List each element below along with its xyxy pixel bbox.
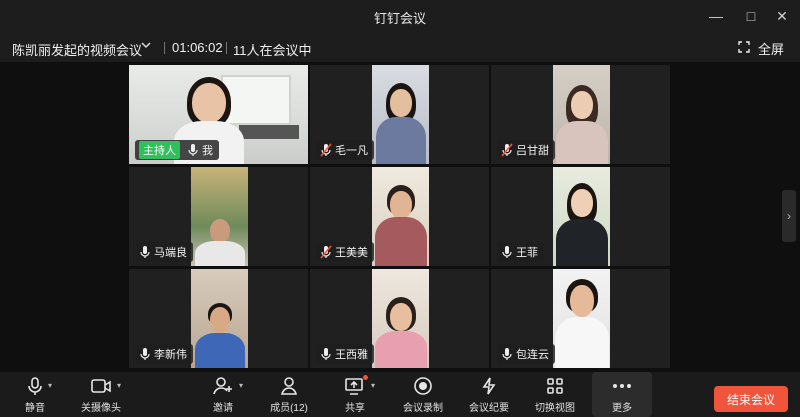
participant-label: 王西雅 [316, 344, 374, 364]
video-feed [372, 269, 429, 368]
window-title: 钉钉会议 [373, 11, 426, 26]
add-person-icon: ▾ [212, 375, 243, 397]
mic-muted-icon [501, 143, 513, 157]
participant-name: 马端良 [154, 247, 187, 259]
video-tile[interactable]: 包连云 [491, 269, 670, 368]
video-tile[interactable]: 王美美 [310, 167, 489, 266]
participant-name: 吕甘甜 [516, 145, 549, 157]
fullscreen-label: 全屏 [757, 42, 784, 57]
participant-name: 王美美 [335, 247, 368, 259]
mute-button[interactable]: ▾ 静音 [0, 372, 70, 417]
mic-icon [139, 245, 151, 259]
fullscreen-icon [738, 41, 750, 56]
divider [226, 42, 227, 54]
participant-label: 包连云 [497, 344, 555, 364]
switch-view-label: 切换视图 [535, 403, 575, 414]
video-feed [553, 65, 610, 164]
mic-muted-icon [320, 245, 332, 259]
share-screen-icon: ▾ [344, 375, 375, 397]
participant-label: 毛一凡 [316, 140, 374, 160]
host-badge: 主持人 [139, 141, 180, 159]
video-tile[interactable]: 李新伟 [129, 269, 308, 368]
close-icon[interactable]: ✕ [771, 6, 793, 26]
participant-label: 王菲 [497, 242, 544, 262]
mic-icon [187, 143, 199, 157]
participant-name: 包连云 [516, 349, 549, 361]
meeting-info-bar: 陈凯丽发起的视频会议 01:06:02 11人在会议中 全屏 [0, 32, 800, 62]
bottom-toolbar: ▾ 静音 ▾ 关摄像头 ▾ 邀请 成员(12) ▾ 共享 会议录制 会议纪要 切… [0, 372, 800, 417]
video-tile-self[interactable]: 主持人 我 [129, 65, 308, 164]
notification-dot [363, 375, 368, 380]
meeting-name[interactable]: 陈凯丽发起的视频会议 [12, 40, 142, 59]
video-tile[interactable]: 吕甘甜 [491, 65, 670, 164]
video-feed [553, 269, 610, 368]
divider [164, 42, 165, 54]
invite-label: 邀请 [213, 403, 233, 414]
camera-off-button[interactable]: ▾ 关摄像头 [66, 372, 136, 417]
mic-icon: ▾ [27, 375, 52, 397]
mic-icon [139, 347, 151, 361]
mic-muted-icon [320, 143, 332, 157]
chevron-down-icon[interactable]: ▾ [239, 381, 243, 390]
participant-label: 吕甘甜 [497, 140, 555, 160]
maximize-icon[interactable]: □ [740, 6, 762, 26]
share-label: 共享 [345, 403, 365, 414]
chevron-down-icon[interactable]: ▾ [371, 381, 375, 390]
more-button[interactable]: 更多 [592, 372, 652, 417]
participant-label: 王美美 [316, 242, 374, 262]
video-tile[interactable]: 毛一凡 [310, 65, 489, 164]
participant-count: 11人在会议中 [233, 43, 312, 58]
fullscreen-button[interactable]: 全屏 [738, 39, 784, 58]
participant-name: 王西雅 [335, 349, 368, 361]
mic-icon [320, 347, 332, 361]
video-tile[interactable]: 王西雅 [310, 269, 489, 368]
participant-label: 李新伟 [135, 344, 193, 364]
grid-view-icon [546, 375, 564, 397]
participant-name: 毛一凡 [335, 145, 368, 157]
minutes-icon [479, 375, 499, 397]
end-meeting-button[interactable]: 结束会议 [714, 386, 788, 412]
participant-name: 王菲 [516, 247, 538, 259]
minutes-label: 会议纪要 [469, 403, 509, 414]
mic-icon [501, 245, 513, 259]
mute-label: 静音 [25, 403, 45, 414]
video-feed [191, 167, 248, 266]
record-label: 会议录制 [403, 403, 443, 414]
video-grid: 主持人 我 毛一凡 吕甘甜 马端良 王美美 王菲 李新伟 王西雅 包连云 [129, 65, 670, 369]
meeting-timer: 01:06:02 [172, 40, 223, 55]
video-tile[interactable]: 马端良 [129, 167, 308, 266]
camera-off-label: 关摄像头 [81, 403, 121, 414]
camera-icon: ▾ [90, 375, 121, 397]
video-feed [191, 269, 248, 368]
participant-name: 我 [202, 145, 213, 157]
record-icon [413, 375, 433, 397]
more-label: 更多 [612, 403, 632, 414]
minutes-button[interactable]: 会议纪要 [454, 372, 524, 417]
more-icon [612, 375, 632, 397]
participant-label: 主持人 我 [135, 140, 219, 160]
video-tile[interactable]: 王菲 [491, 167, 670, 266]
mic-icon [501, 347, 513, 361]
minimize-icon[interactable]: — [705, 6, 727, 26]
participant-name: 李新伟 [154, 349, 187, 361]
next-page-chevron-icon[interactable]: › [782, 190, 796, 242]
share-button[interactable]: ▾ 共享 [320, 372, 390, 417]
chevron-down-icon[interactable]: ▾ [117, 381, 121, 390]
chevron-down-icon[interactable]: ▾ [48, 381, 52, 390]
video-feed [553, 167, 610, 266]
record-button[interactable]: 会议录制 [388, 372, 458, 417]
chevron-down-icon[interactable] [140, 39, 152, 54]
participant-label: 马端良 [135, 242, 193, 262]
invite-button[interactable]: ▾ 邀请 [188, 372, 258, 417]
video-feed [372, 65, 429, 164]
members-icon [279, 375, 299, 397]
video-feed [372, 167, 429, 266]
title-bar: 钉钉会议 — □ ✕ [0, 0, 800, 32]
members-label: 成员(12) [270, 403, 308, 414]
switch-view-button[interactable]: 切换视图 [520, 372, 590, 417]
members-button[interactable]: 成员(12) [254, 372, 324, 417]
